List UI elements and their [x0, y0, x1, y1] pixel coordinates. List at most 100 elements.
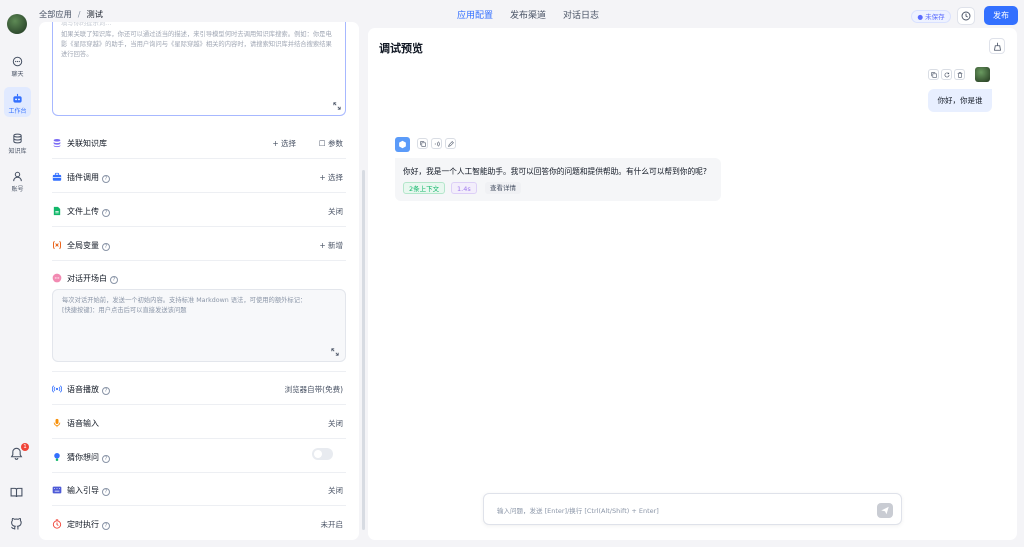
database-icon — [53, 139, 61, 148]
lightbulb-icon — [54, 453, 60, 461]
row-title-text: 语音播放 — [67, 385, 99, 394]
copy-button[interactable] — [928, 69, 939, 80]
help-icon[interactable]: ? — [102, 243, 110, 251]
chat-input-placeholder: 输入问题，发送 [Enter]/换行 [Ctrl(Alt/Shift) + En… — [497, 507, 659, 515]
row-title: 插件调用? — [67, 172, 110, 183]
bot-message-text: 你好，我是一个人工智能助手。我可以回答你的问题和提供帮助。有什么可以帮到你的呢? — [403, 167, 707, 176]
knowledge-select-button[interactable]: + 选择 — [272, 138, 296, 149]
row-title: 输入引导? — [67, 485, 110, 496]
chat-icon — [12, 56, 23, 67]
preview-panel: 调试预览 你好，你是谁 你好，我是一个人工智能助手。我可以回答你的问题和提供帮助… — [368, 28, 1017, 540]
global-vars-add-button[interactable]: + 新增 — [319, 240, 343, 251]
input-guide-value[interactable]: 关闭 — [328, 485, 343, 496]
nav-item-chat[interactable]: 聊天 — [4, 50, 31, 80]
row-title-text: 文件上传 — [67, 207, 99, 216]
copy-icon — [420, 141, 426, 147]
row-title: 语音播放? — [67, 384, 110, 395]
speak-button[interactable] — [431, 138, 442, 149]
pencil-icon — [448, 141, 454, 147]
book-icon[interactable] — [10, 486, 23, 499]
prompt-textarea[interactable]: 填写你的提示词… 如果关联了知识库，你还可以通过适当的描述，来引导模型何时去调用… — [52, 22, 346, 116]
help-icon[interactable]: ? — [110, 276, 118, 284]
row-title: 语音输入 — [67, 419, 99, 428]
clear-chat-button[interactable] — [989, 38, 1005, 54]
unsaved-badge: ● 未保存 — [911, 10, 951, 23]
row-title: 关联知识库 — [67, 139, 107, 148]
scheduled-value[interactable]: 未开启 — [321, 519, 344, 530]
database-icon — [13, 133, 22, 144]
robot-icon — [13, 93, 22, 103]
tab-publish-channel[interactable]: 发布渠道 — [510, 8, 546, 21]
welcome-textarea[interactable]: 每次对话开始前，发送一个初始内容。支持标准 Markdown 语法，可使用的额外… — [52, 289, 346, 362]
breadcrumb-separator: / — [77, 9, 81, 19]
nav-item-workspace[interactable]: 工作台 — [4, 87, 31, 117]
tab-chat-logs[interactable]: 对话日志 — [563, 8, 599, 21]
row-title-text: 定时执行 — [67, 520, 99, 529]
breadcrumb-current: 测试 — [86, 9, 103, 19]
help-icon[interactable]: ? — [102, 455, 110, 463]
bot-avatar — [395, 137, 410, 152]
file-upload-value[interactable]: 关闭 — [328, 206, 343, 217]
prompt-text: 如果关联了知识库，你还可以通过适当的描述，来引导模型何时去调用知识库搜索。例如：… — [61, 31, 332, 58]
input-guide-row: 输入引导? 关闭 — [52, 473, 346, 506]
row-title: 全局变量? — [67, 240, 110, 251]
nav-item-knowledge[interactable]: 知识库 — [4, 127, 31, 157]
knowledge-params-button[interactable]: ☐ 参数 — [319, 138, 343, 149]
cube-icon — [399, 140, 406, 149]
row-title-text: 对话开场白 — [67, 274, 107, 283]
broom-icon — [994, 42, 1001, 51]
context-tag[interactable]: 2条上下文 — [403, 182, 446, 194]
github-icon[interactable] — [10, 517, 23, 530]
preview-title: 调试预览 — [379, 42, 423, 55]
nav-item-account[interactable]: 账号 — [4, 165, 31, 195]
detail-tag[interactable]: 查看详情 — [485, 182, 521, 194]
user-avatar — [975, 67, 990, 82]
help-icon[interactable]: ? — [102, 209, 110, 217]
row-title: 对话开场白? — [67, 273, 118, 284]
edit-button[interactable] — [445, 138, 456, 149]
toolbox-icon — [52, 172, 62, 181]
row-title: 文件上传? — [67, 206, 110, 217]
chat-input[interactable]: 输入问题，发送 [Enter]/换行 [Ctrl(Alt/Shift) + En… — [483, 493, 902, 525]
row-title: 定时执行? — [67, 519, 110, 530]
copy-button[interactable] — [417, 138, 428, 149]
knowledge-row: 关联知识库 + 选择 ☐ 参数 — [52, 126, 346, 159]
delete-button[interactable] — [954, 69, 965, 80]
publish-button[interactable]: 发布 — [984, 6, 1018, 25]
breadcrumb-root[interactable]: 全部应用 — [39, 9, 72, 19]
row-title-text: 输入引导 — [67, 486, 99, 495]
row-title-text: 猜你想问 — [67, 453, 99, 462]
help-icon[interactable]: ? — [102, 387, 110, 395]
prompt-cut-text: 填写你的提示词… — [61, 22, 112, 26]
microphone-icon — [53, 418, 61, 428]
welcome-placeholder-line-1: 每次对话开始前，发送一个初始内容。支持标准 Markdown 语法，可使用的额外… — [62, 297, 307, 304]
history-button[interactable] — [957, 7, 975, 25]
file-upload-row: 文件上传? 关闭 — [52, 194, 346, 227]
bot-message: 你好，我是一个人工智能助手。我可以回答你的问题和提供帮助。有什么可以帮到你的呢?… — [395, 158, 721, 201]
row-title-text: 全局变量 — [67, 241, 99, 250]
retry-button[interactable] — [941, 69, 952, 80]
guess-toggle[interactable] — [312, 448, 333, 460]
variable-icon — [53, 240, 61, 250]
config-scrollbar[interactable] — [362, 170, 365, 530]
help-icon[interactable]: ? — [102, 522, 110, 530]
help-icon[interactable]: ? — [102, 175, 110, 183]
avatar[interactable] — [7, 14, 27, 34]
expand-icon[interactable] — [333, 102, 341, 110]
plugin-row: 插件调用? + 选择 — [52, 160, 346, 193]
copy-icon — [931, 72, 937, 78]
config-panel: 填写你的提示词… 如果关联了知识库，你还可以通过适当的描述，来引导模型何时去调用… — [39, 22, 359, 540]
refresh-icon — [944, 72, 950, 78]
voice-input-value[interactable]: 关闭 — [328, 418, 343, 429]
expand-icon[interactable] — [331, 348, 339, 356]
help-icon[interactable]: ? — [102, 488, 110, 496]
guess-row: 猜你想问? — [52, 440, 346, 473]
plugin-select-button[interactable]: + 选择 — [319, 172, 343, 183]
nav-label: 工作台 — [8, 108, 27, 115]
breadcrumb: 全部应用 / 测试 — [39, 8, 103, 20]
tts-value[interactable]: 浏览器自带(免费) — [285, 384, 343, 395]
tab-app-config[interactable]: 应用配置 — [457, 8, 493, 21]
send-button[interactable] — [877, 503, 893, 518]
file-icon — [53, 206, 61, 216]
broadcast-icon — [52, 385, 62, 393]
